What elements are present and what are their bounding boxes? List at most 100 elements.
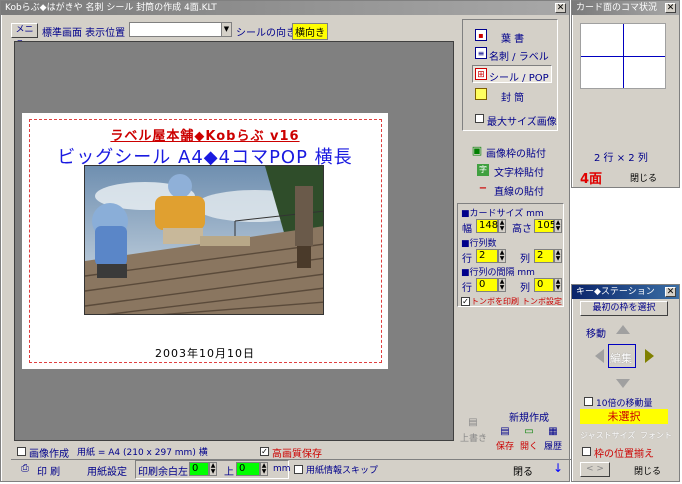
card-type-seal[interactable]: ⊞ シール / POP [472, 65, 552, 84]
business-card-icon: ≡ [475, 47, 487, 59]
move-label: 移動 [586, 329, 606, 340]
spinner-icon[interactable]: ▲ ▼ [498, 278, 506, 292]
card-type-envelope[interactable]: 封 筒 [475, 87, 555, 104]
down-arrow-icon[interactable]: ↓ [553, 461, 563, 475]
paper-settings-button[interactable]: 用紙設定 [87, 463, 127, 478]
key-station-titlebar: キー◆ステーション [572, 285, 679, 299]
tombo-print-checkbox[interactable]: ✓ [461, 297, 470, 306]
row-gap-field[interactable]: 0 ▲ ▼ [476, 278, 506, 292]
spinner-icon[interactable]: ▲ ▼ [209, 462, 217, 476]
card-type-postcard[interactable]: ▪ 葉 書 [475, 28, 555, 45]
just-size-button[interactable]: ジャストサイズ [580, 430, 635, 441]
tombo-print-label: トンボを印刷 [471, 297, 519, 306]
arrow-down-icon[interactable] [616, 379, 630, 388]
face-count: 4面 [580, 172, 603, 187]
font-button[interactable]: フォント [640, 430, 672, 441]
grid-size-label: 2 行 × 2 列 [594, 153, 648, 164]
arrow-left-icon[interactable] [595, 349, 604, 363]
print-button[interactable]: ⎙ 印 刷 [19, 463, 79, 478]
seal-grid-icon: ⊞ [475, 68, 487, 80]
spinner-icon[interactable]: ▲ ▼ [554, 249, 562, 263]
width-field[interactable]: 148 ▲ ▼ [476, 219, 506, 233]
new-create-button[interactable]: 新規作成 [509, 409, 549, 424]
hq-save-checkbox[interactable]: ✓ [260, 447, 269, 456]
main-window: Kobらぶ◆はがきや 名刺 シール 封筒の作成 4面.KLT ✕ メニュー 標準… [0, 0, 571, 482]
row-gap-label: 行 [462, 283, 472, 294]
margin-left-field[interactable]: 0 ▲ ▼ [189, 462, 217, 476]
key-station-close-icon[interactable]: ✕ [665, 287, 676, 297]
width-label: 幅 [462, 224, 472, 235]
dock-photo[interactable] [84, 165, 324, 315]
folder-icon: ▭ [524, 426, 534, 437]
key-station-close-button[interactable]: 閉じる [634, 464, 661, 477]
card-type-panel: ▪ 葉 書 ≡ 名刺 / ラベル ⊞ シール / POP 封 筒 最大サイズ画像 [462, 19, 558, 131]
postcard-icon: ▪ [475, 29, 487, 41]
orientation-label: シールの向き [236, 28, 296, 39]
spinner-icon[interactable]: ▲ ▼ [554, 278, 562, 292]
card-face-window: カード面のコマ状況 ✕ 2 行 × 2 列 4面 閉じる [571, 0, 680, 188]
margin-left-label: 印刷余白左 [138, 467, 188, 478]
skip-paper-info-label: 用紙情報スキップ [306, 466, 379, 476]
label-date[interactable]: 2003年10月10日 [22, 345, 388, 361]
align-frame-checkbox[interactable] [582, 447, 591, 456]
image-frame-icon: ▣ [471, 144, 483, 157]
card-size-heading: ■カードサイズ mm [461, 209, 544, 219]
skip-paper-info-checkbox[interactable] [294, 465, 303, 474]
display-position-label: 標準画面 表示位置 [42, 28, 126, 39]
paste-text-frame[interactable]: 字 文字枠貼付 [475, 164, 565, 179]
cols-field[interactable]: 2 ▲ ▼ [534, 249, 562, 263]
save-button[interactable]: ▤ 保存 [495, 426, 517, 452]
open-button[interactable]: ▭ 開く [519, 426, 541, 452]
paste-image-frame[interactable]: ▣ 画像枠の貼付 [471, 144, 561, 161]
spinner-icon[interactable]: ▲ ▼ [498, 249, 506, 263]
image-create-label: 画像作成 [29, 449, 69, 460]
overwrite-button[interactable]: ▤ 上書き [457, 417, 489, 444]
hq-save-label: 高画質保存 [272, 449, 322, 460]
card-type-business-card[interactable]: ≡ 名刺 / ラベル [475, 46, 555, 63]
arrow-up-icon[interactable] [616, 325, 630, 334]
printer-icon: ⎙ [21, 463, 29, 474]
tombo-settings-button[interactable]: トンボ設定 [522, 296, 562, 307]
prev-next-button[interactable]: < > [580, 462, 610, 477]
size-panel: ■カードサイズ mm 幅 148 ▲ ▼ 高さ 105 ▲ ▼ ■行列数 行 2 ▲ ▼ 列… [457, 203, 564, 307]
history-icon: ▦ [548, 426, 558, 437]
height-field[interactable]: 105 ▲ ▼ [534, 219, 562, 233]
cols-label: 列 [520, 254, 530, 265]
main-close-icon[interactable]: ✕ [555, 3, 566, 13]
spinner-icon[interactable]: ▲ ▼ [554, 219, 562, 233]
rows-cols-heading: ■行列数 [461, 239, 497, 249]
card-grid-preview[interactable] [580, 23, 666, 89]
select-first-frame-button[interactable]: 最初の枠を選択 [580, 301, 668, 316]
card-face-titlebar: カード面のコマ状況 [572, 1, 679, 15]
paper-info: 用紙 = A4 (210 x 297 mm) 横 [77, 448, 208, 458]
tenfold-move-checkbox[interactable] [584, 397, 593, 406]
menu-button[interactable]: メニュー [11, 23, 38, 48]
image-create-checkbox[interactable] [17, 447, 26, 456]
margin-top-label: 上 [224, 467, 234, 478]
height-label: 高さ [512, 224, 532, 235]
card-face-close-button[interactable]: 閉じる [630, 171, 657, 184]
display-position-dropdown[interactable]: ▼ [129, 22, 232, 37]
margin-top-field[interactable]: 0 ▲ ▼ [236, 462, 268, 476]
edit-button[interactable]: 編集 [608, 344, 636, 368]
arrow-right-icon[interactable] [645, 349, 654, 363]
main-titlebar: Kobらぶ◆はがきや 名刺 シール 封筒の作成 4面.KLT [1, 1, 569, 15]
chevron-down-icon[interactable]: ▼ [221, 23, 231, 36]
spinner-icon[interactable]: ▲ ▼ [260, 462, 268, 476]
paste-line[interactable]: − 直線の貼付 [475, 183, 565, 198]
card-face-close-icon[interactable]: ✕ [665, 3, 676, 13]
save-icon: ▤ [500, 426, 510, 437]
col-gap-label: 列 [520, 283, 530, 294]
grid-horizontal-line [581, 56, 665, 57]
rows-field[interactable]: 2 ▲ ▼ [476, 249, 506, 263]
card-preview[interactable]: ラベル屋本舗◆Kobらぶ v16 ビッグシール A4◆4コマPOP 横長 200… [22, 113, 388, 369]
col-gap-field[interactable]: 0 ▲ ▼ [534, 278, 562, 292]
history-button[interactable]: ▦ 履歴 [543, 426, 565, 452]
label-title-line1[interactable]: ラベル屋本舗◆Kobらぶ v16 [22, 125, 388, 144]
orientation-value[interactable]: 横向き [292, 23, 328, 40]
tenfold-move-label: 10倍の移動量 [596, 399, 653, 409]
max-size-checkbox[interactable] [475, 114, 484, 123]
main-close-button[interactable]: 閉る [513, 463, 533, 478]
spinner-icon[interactable]: ▲ ▼ [498, 219, 506, 233]
spacing-heading: ■行列の間隔 mm [461, 268, 535, 278]
